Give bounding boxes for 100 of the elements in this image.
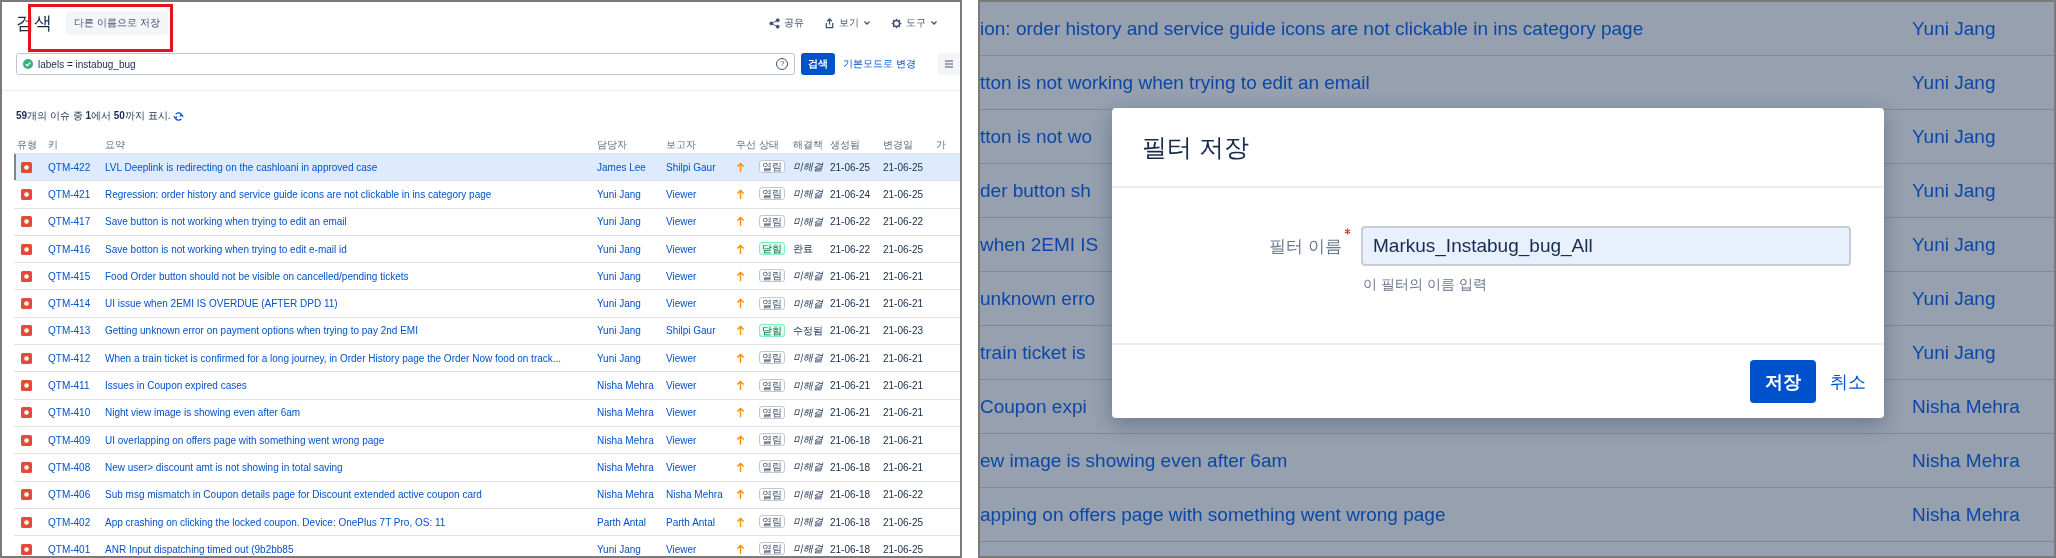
reporter[interactable]: Viewer	[663, 298, 733, 310]
toolbar-button[interactable]: 공유	[769, 14, 804, 32]
assignee[interactable]: Nisha Mehra	[594, 434, 663, 446]
issue-summary[interactable]: UI overlapping on offers page with something went wrong page	[102, 434, 594, 446]
assignee[interactable]: Nisha Mehra	[594, 407, 663, 419]
reporter[interactable]: Viewer	[663, 352, 733, 364]
column-header[interactable]: 가	[933, 138, 957, 152]
issue-summary[interactable]: Save botton is not working when trying to edit e-mail id	[102, 243, 594, 255]
issue-row[interactable]: QTM-422 LVL Deeplink is redirecting on the cashloani in approved case James Lee Shilpi Gaur 열림 미해결 21-06-25 21-06-25	[14, 153, 960, 181]
issue-row[interactable]: QTM-406 Sub msg mismatch in Coupon details page for Discount extended active coupon card Nisha Mehra Nisha Mehra 열림 미해결 21-06-18 21-06-22	[14, 480, 960, 508]
issue-key[interactable]: QTM-417	[45, 216, 102, 228]
column-header[interactable]: 상태	[756, 138, 790, 152]
issue-summary[interactable]: Night view image is showing even after 6am	[102, 407, 594, 419]
issue-summary[interactable]: Food Order button should not be visible on cancelled/pending tickets	[102, 270, 594, 282]
reporter[interactable]: Viewer	[663, 188, 733, 200]
column-header[interactable]: 유형	[14, 138, 45, 152]
reporter[interactable]: Shilpi Gaur	[663, 325, 733, 337]
issue-row[interactable]: QTM-409 UI overlapping on offers page with something went wrong page Nisha Mehra Viewer 열림 미해결 21-06-18 21-06-21	[14, 425, 960, 454]
issue-row[interactable]: QTM-416 Save botton is not working when trying to edit e-mail id Yuni Jang Viewer 닫힘 완료 21-06-22 21-06-25	[14, 234, 960, 263]
issue-row[interactable]: QTM-415 Food Order button should not be visible on cancelled/pending tickets Yuni Jang Viewer 열림 미해결 21-06-21 21-06-21	[14, 262, 960, 290]
column-header[interactable]: 해결책	[790, 138, 827, 152]
issue-key[interactable]: QTM-413	[45, 325, 102, 337]
column-header[interactable]: 생성됨	[827, 138, 880, 152]
assignee[interactable]: Yuni Jang	[594, 298, 663, 310]
bug-icon	[21, 243, 32, 255]
issue-row[interactable]: QTM-408 New user> discount amt is not showing in total saving Nisha Mehra Viewer 열림 미해결 21-06-18 21-06-21	[14, 453, 960, 481]
reporter[interactable]: Viewer	[663, 434, 733, 446]
search-button[interactable]: 검색	[801, 53, 836, 75]
reporter[interactable]: Viewer	[663, 543, 733, 555]
issue-summary[interactable]: Issues in Coupon expired cases	[102, 380, 594, 391]
assignee[interactable]: Nisha Mehra	[594, 380, 663, 391]
issue-summary[interactable]: ANR Input dispatching timed out (9b2bb85	[102, 543, 594, 555]
assignee[interactable]: Yuni Jang	[594, 352, 663, 364]
assignee[interactable]: Yuni Jang	[594, 543, 663, 555]
assignee[interactable]: Yuni Jang	[594, 188, 663, 200]
issue-row[interactable]: QTM-417 Save button is not working when trying to edit an email Yuni Jang Viewer 열림 미해결 21-06-22 21-06-22	[14, 207, 960, 235]
issue-row[interactable]: QTM-402 App crashing on clicking the locked coupon. Device: OnePlus 7T Pro, OS: 11 Parth Antal Parth Antal 열림 미해결 21-06-18 21-06-25	[14, 507, 960, 536]
save-as-button[interactable]: 다른 이름으로 저장	[66, 11, 168, 35]
issue-key[interactable]: QTM-412	[45, 352, 102, 364]
priority-arrow-icon	[736, 461, 745, 473]
column-header[interactable]: 키	[45, 138, 102, 152]
issue-key[interactable]: QTM-401	[45, 543, 102, 555]
issue-summary[interactable]: LVL Deeplink is redirecting on the cashloani in approved case	[102, 161, 594, 173]
issue-key[interactable]: QTM-406	[45, 489, 102, 501]
issue-key[interactable]: QTM-416	[45, 243, 102, 255]
issue-key[interactable]: QTM-402	[45, 516, 102, 528]
column-header[interactable]: 요약	[102, 138, 594, 152]
issue-key[interactable]: QTM-421	[45, 188, 102, 200]
issue-key[interactable]: QTM-414	[45, 298, 102, 310]
reporter[interactable]: Shilpi Gaur	[663, 161, 733, 173]
reporter[interactable]: Viewer	[663, 216, 733, 228]
query-field[interactable]: labels = instabug_bug ?	[16, 53, 796, 75]
reporter[interactable]: Viewer	[663, 407, 733, 419]
reporter[interactable]: Parth Antal	[663, 516, 733, 528]
toolbar-button[interactable]: 도구	[891, 14, 938, 32]
reporter[interactable]: Nisha Mehra	[663, 489, 733, 501]
issue-key[interactable]: QTM-411	[45, 380, 102, 391]
issue-row[interactable]: QTM-421 Regression: order history and service guide icons are not clickable in ins category page Yuni Jang Viewer 열림 미해결 21-06-24 21-06-25	[14, 180, 960, 208]
issue-key[interactable]: QTM-408	[45, 461, 102, 473]
assignee[interactable]: Yuni Jang	[594, 325, 663, 337]
issue-row[interactable]: QTM-414 UI issue when 2EMI IS OVERDUE (AFTER DPD 11) Yuni Jang Viewer 열림 미해결 21-06-21 21-06-21	[14, 289, 960, 317]
assignee[interactable]: Nisha Mehra	[594, 461, 663, 473]
issue-summary[interactable]: New user> discount amt is not showing in total saving	[102, 461, 594, 473]
issue-summary[interactable]: UI issue when 2EMI IS OVERDUE (AFTER DPD 11)	[102, 298, 594, 310]
issue-summary[interactable]: Getting unknown error on payment options when trying to pay 2nd EMI	[102, 325, 594, 337]
reporter[interactable]: Viewer	[663, 243, 733, 255]
basic-mode-link[interactable]: 기본모드로 변경	[843, 57, 916, 71]
reporter[interactable]: Viewer	[663, 380, 733, 391]
issue-row[interactable]: QTM-410 Night view image is showing even after 6am Nisha Mehra Viewer 열림 미해결 21-06-21 21-06-21	[14, 398, 960, 426]
assignee[interactable]: James Lee	[594, 161, 663, 173]
cancel-link[interactable]: 취소	[1830, 369, 1866, 394]
issue-summary[interactable]: Regression: order history and service guide icons are not clickable in ins category page	[102, 188, 594, 200]
assignee[interactable]: Parth Antal	[594, 516, 663, 528]
issue-summary[interactable]: App crashing on clicking the locked coupon. Device: OnePlus 7T Pro, OS: 11	[102, 516, 594, 528]
toolbar-button[interactable]: 보기	[824, 14, 871, 32]
assignee[interactable]: Yuni Jang	[594, 216, 663, 228]
issue-row[interactable]: QTM-412 When a train ticket is confirmed for a long journey, in Order History page the Order Now food on track... Yuni Jang Viewer 열림 미해결 21-06-21 21-06-21	[14, 344, 960, 372]
issue-row[interactable]: QTM-401 ANR Input dispatching timed out (9b2bb85 Yuni Jang Viewer 열림 미해결 21-06-18 21-06-25	[14, 535, 960, 556]
save-button[interactable]: 저장	[1750, 360, 1816, 403]
reporter[interactable]: Viewer	[663, 270, 733, 282]
issue-summary[interactable]: When a train ticket is confirmed for a long journey, in Order History page the Order Now food on track...	[102, 352, 594, 364]
column-header[interactable]: 담당자	[594, 138, 663, 152]
assignee[interactable]: Nisha Mehra	[594, 489, 663, 501]
issue-row[interactable]: QTM-413 Getting unknown error on payment options when trying to pay 2nd EMI Yuni Jang Shilpi Gaur 닫힘 수정됨 21-06-21 21-06-23	[14, 316, 960, 345]
issue-row[interactable]: QTM-411 Issues in Coupon expired cases Nisha Mehra Viewer 열림 미해결 21-06-21 21-06-21	[14, 371, 960, 399]
created-date: 21-06-18	[829, 434, 872, 446]
reporter[interactable]: Viewer	[663, 461, 733, 473]
assignee[interactable]: Yuni Jang	[594, 243, 663, 255]
issue-key[interactable]: QTM-415	[45, 270, 102, 282]
column-header[interactable]: 보고자	[663, 138, 733, 152]
column-header[interactable]: 변경일	[880, 138, 933, 152]
issue-summary[interactable]: Sub msg mismatch in Coupon details page for Discount extended active coupon card	[102, 489, 594, 501]
issue-summary[interactable]: Save button is not working when trying to edit an email	[102, 216, 594, 228]
filter-name-input[interactable]: Markus_Instabug_bug_All	[1361, 226, 1851, 266]
column-header[interactable]: 우선	[733, 138, 756, 152]
issue-key[interactable]: QTM-409	[45, 434, 102, 446]
issue-key[interactable]: QTM-422	[45, 161, 102, 173]
refresh-icon[interactable]	[172, 110, 184, 122]
assignee[interactable]: Yuni Jang	[594, 270, 663, 282]
issue-key[interactable]: QTM-410	[45, 407, 102, 419]
